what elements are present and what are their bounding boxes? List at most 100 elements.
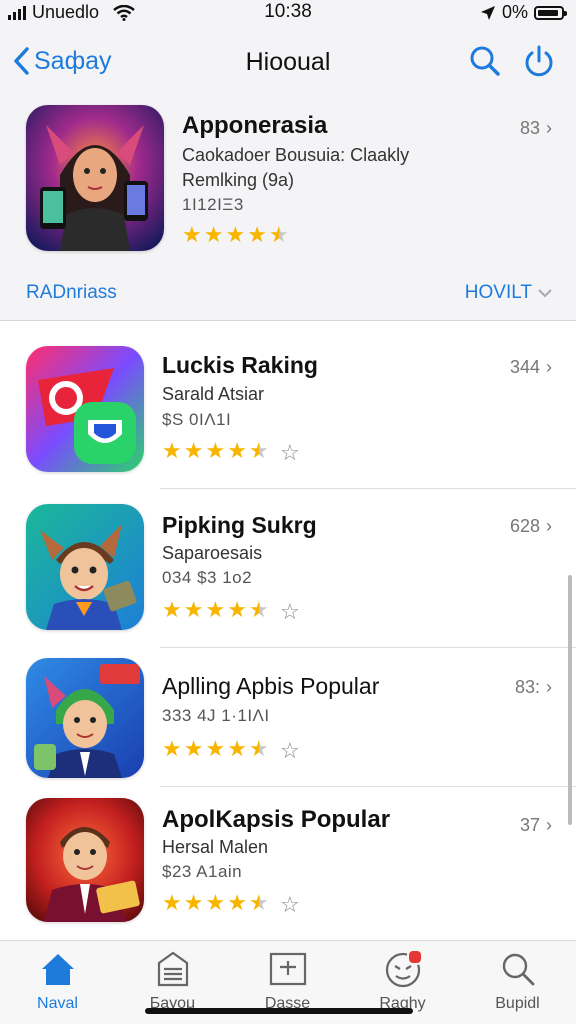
star-icon: ★: [183, 597, 204, 622]
tab-list[interactable]: Баyoμ: [115, 949, 230, 1013]
tab-label: Bupidl: [495, 995, 540, 1012]
power-icon[interactable]: [522, 44, 556, 78]
app-rank[interactable]: 83: ›: [515, 677, 552, 698]
chevron-right-icon: ›: [546, 815, 552, 835]
app-icon-3[interactable]: [26, 658, 144, 778]
star-icon: ★: [205, 890, 226, 915]
app-title[interactable]: Pipking Sukrg: [162, 512, 317, 539]
chevron-down-icon: [538, 289, 552, 298]
app-subtitle: Saparoesais: [162, 543, 263, 563]
star-icon: ★: [182, 222, 202, 247]
green-hair-character-icon: [26, 658, 144, 778]
star-icon: ★: [183, 890, 204, 915]
app-rank-value: 37: [519, 815, 540, 835]
app-rating: ★ ★ ★ ★ ★: [162, 738, 269, 760]
favorite-star-icon[interactable]: ☆: [280, 440, 300, 466]
chevron-right-icon: ›: [546, 357, 552, 377]
app-title[interactable]: Luckis Raking: [162, 352, 318, 379]
app-title[interactable]: ApolKapsis Popular: [162, 806, 390, 834]
scrollbar[interactable]: [568, 575, 572, 825]
featured-link-right[interactable]: HOVILT: [465, 282, 552, 304]
app-rank[interactable]: 628 ›: [510, 516, 552, 537]
star-icon: ★: [227, 597, 247, 622]
star-icon: ★: [162, 736, 182, 761]
featured-app-icon[interactable]: [26, 105, 164, 251]
featured-app-subtitle: Caokadoer Bousuia: Claakly: [182, 145, 410, 165]
battery-percent: 0%: [501, 2, 528, 22]
star-icon: ★: [205, 438, 226, 463]
app-rating: ★ ★ ★ ★ ★: [162, 440, 269, 462]
grid-icon: [269, 952, 306, 986]
app-title[interactable]: Aplling Apbis Popular: [162, 673, 379, 700]
favorite-star-icon[interactable]: ☆: [280, 738, 300, 764]
chevron-right-icon: ›: [546, 516, 552, 536]
home-icon: [41, 954, 74, 985]
star-icon: ★: [162, 438, 182, 463]
app-meta: $S 0ΙΛ1Ι: [162, 410, 232, 429]
app-subtitle: Hersal Malen: [162, 837, 269, 857]
star-icon: ★: [248, 890, 269, 915]
battery-icon: [534, 5, 567, 20]
row-divider: [160, 488, 576, 489]
status-right-group: 0%: [480, 2, 567, 23]
section-divider: [0, 320, 576, 321]
tab-search[interactable]: Bupidl: [460, 949, 575, 1013]
app-rank[interactable]: 37 ›: [520, 815, 552, 836]
tab-grid[interactable]: Dasse: [230, 949, 345, 1013]
app-rank-value: 83:: [514, 677, 540, 697]
featured-rating: ★ ★ ★ ★ ★: [182, 224, 289, 246]
character-artwork-icon: [26, 105, 164, 251]
location-arrow-icon: [480, 5, 495, 20]
favorite-star-icon[interactable]: ☆: [280, 599, 300, 625]
navigation-bar: Saфay Hiooual: [0, 26, 576, 100]
chevron-right-icon: ›: [546, 677, 552, 697]
app-icon-1[interactable]: [26, 346, 144, 472]
star-icon: ★: [248, 736, 269, 761]
featured-link-left[interactable]: RADnriass: [26, 282, 117, 304]
star-icon: ★: [203, 222, 224, 247]
star-icon: ★: [227, 438, 247, 463]
star-icon: ★: [248, 597, 269, 622]
chevron-right-icon: ›: [546, 118, 552, 138]
star-icon: ★: [162, 597, 182, 622]
businessman-character-icon: [26, 798, 144, 922]
app-rank-value: 628: [509, 516, 540, 536]
app-rank-value: 344: [509, 357, 540, 377]
fox-character-icon: [26, 504, 144, 630]
search-icon[interactable]: [468, 44, 502, 78]
star-icon: ★: [205, 736, 226, 761]
search-icon: [502, 953, 534, 986]
status-bar: Unuedlo 10:38 0%: [0, 0, 576, 26]
tab-smiley[interactable]: Raghy: [345, 949, 460, 1013]
app-subtitle: Sarald Atsiar: [162, 384, 265, 404]
star-icon: ★: [183, 438, 204, 463]
home-indicator[interactable]: [145, 1008, 413, 1014]
featured-app-subtitle-2: Remlking (9a): [182, 170, 295, 190]
featured-app-title[interactable]: Apponerasia: [182, 112, 327, 140]
app-icon-4[interactable]: [26, 798, 144, 922]
featured-section: Apponerasia Caokadoer Bousuia: Claakly R…: [0, 100, 576, 320]
featured-rank[interactable]: 83 ›: [520, 118, 552, 139]
star-icon: ★: [247, 222, 267, 247]
featured-app-meta: 1Ι12ΙΞ3: [182, 195, 244, 214]
app-meta: $23 A1ain: [162, 862, 243, 881]
row-divider: [160, 647, 576, 648]
tab-home[interactable]: Naval: [0, 949, 115, 1013]
shield-logo-icon: [26, 346, 144, 472]
list-icon: [157, 951, 188, 987]
app-meta: 034 $3 1o2: [162, 568, 253, 587]
star-icon: ★: [227, 890, 247, 915]
notification-badge: [406, 949, 423, 965]
app-icon-2[interactable]: [26, 504, 144, 630]
app-meta: 333 4J 1·1ΙΛΙ: [162, 706, 270, 725]
star-icon: ★: [225, 222, 246, 247]
row-divider: [160, 786, 576, 787]
star-icon: ★: [248, 438, 269, 463]
smiley-icon-wrap: [383, 949, 423, 989]
tab-label: Naval: [37, 995, 78, 1012]
app-rating: ★ ★ ★ ★ ★: [162, 599, 269, 621]
app-rating: ★ ★ ★ ★ ★: [162, 892, 269, 914]
star-icon: ★: [227, 736, 247, 761]
favorite-star-icon[interactable]: ☆: [280, 892, 300, 918]
app-rank[interactable]: 344 ›: [510, 357, 552, 378]
